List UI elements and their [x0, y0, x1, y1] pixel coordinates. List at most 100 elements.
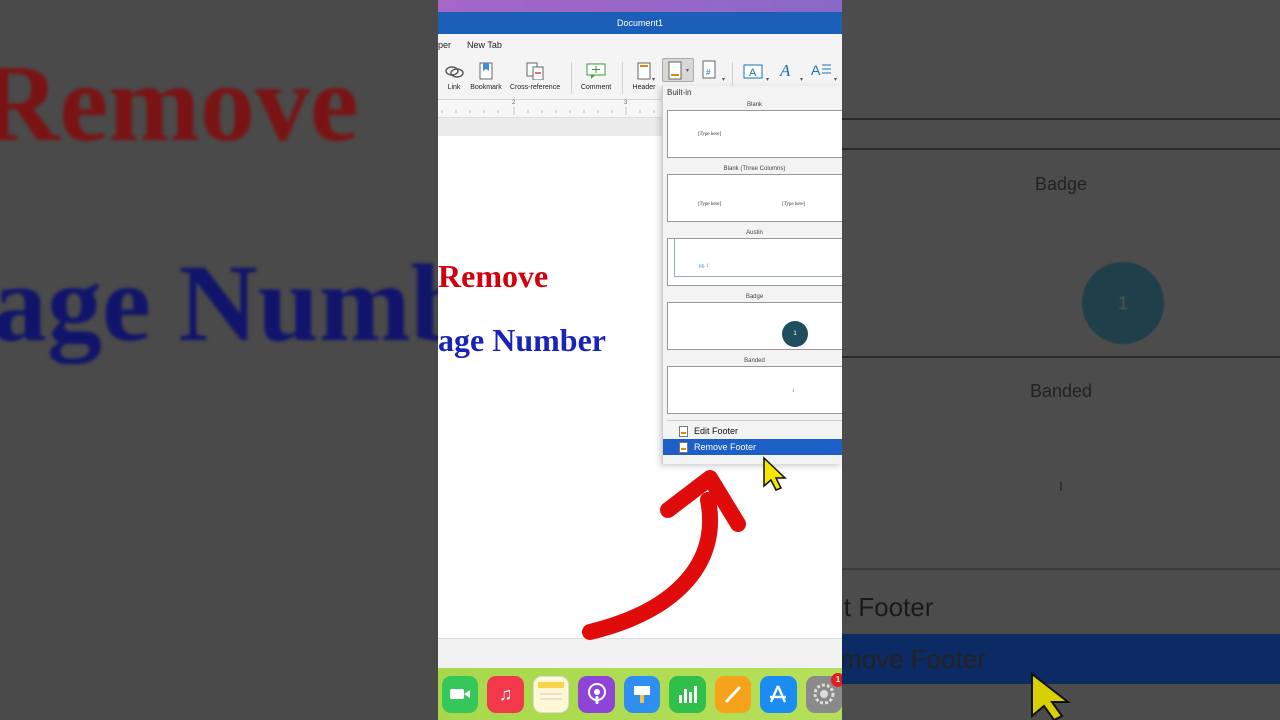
bookmark-icon	[479, 62, 493, 80]
ruler-ticks	[441, 107, 655, 115]
svg-text:A: A	[811, 62, 821, 78]
word-window: Document1 per New Tab Link Bookmark Cros…	[438, 0, 842, 720]
edit-footer-label: Edit Footer	[694, 426, 739, 436]
app-store-icon	[770, 685, 787, 703]
ruler-mark-2: 2	[512, 100, 516, 106]
page-number-chevron-down-icon[interactable]: ▾	[722, 76, 725, 83]
gallery-item-blank-three-columns[interactable]: [Type here] [Type here]	[667, 174, 842, 222]
dock-keynote-icon[interactable]	[623, 675, 661, 713]
link-label: Link	[447, 84, 461, 91]
link-button[interactable]: Link	[444, 62, 464, 91]
document-line-remove: Remove	[438, 258, 549, 294]
blurred-badge-icon: 1	[1082, 262, 1164, 344]
blurred-banded-mark: I	[1059, 478, 1063, 494]
dock-notes-icon[interactable]	[532, 675, 570, 713]
dock-facetime-icon[interactable]	[442, 675, 479, 713]
cross-reference-icon	[526, 62, 544, 80]
document-line-page-number: age Number	[438, 322, 606, 358]
dock-music-icon[interactable]: ♫	[487, 675, 524, 713]
badge-page-number: 1	[782, 321, 808, 347]
blurred-left-panel: Remove age Numb	[0, 0, 438, 720]
dock-podcasts-icon[interactable]	[578, 675, 615, 713]
tab-new-tab[interactable]: New Tab	[467, 40, 502, 50]
remove-footer-icon	[679, 441, 688, 453]
footer-button[interactable]: ▾	[662, 58, 694, 82]
austin-frame	[674, 239, 842, 277]
wordart-icon: A	[779, 61, 791, 80]
text-box-chevron-down-icon[interactable]: ▾	[766, 76, 769, 83]
header-button[interactable]: Header	[628, 62, 660, 91]
footer-dropdown-menu: Built-in Blank [Type here] Blank (Three …	[662, 86, 842, 464]
dock-pages-icon[interactable]	[714, 675, 752, 713]
bookmark-button[interactable]: Bookmark	[468, 62, 504, 91]
notes-lines-icon	[538, 682, 565, 700]
blurred-divider	[842, 356, 1280, 358]
ruler-mark-3: 3	[624, 100, 628, 106]
blurred-edit-footer: it Footer	[842, 592, 934, 622]
svg-text:A: A	[779, 61, 791, 80]
window-title: Document1	[438, 12, 842, 34]
gallery-item-austin[interactable]: pg. 1	[667, 238, 842, 286]
blurred-divider	[842, 148, 1280, 150]
ribbon-tabs: per New Tab	[438, 34, 842, 56]
document-page[interactable]: Remove age Number	[438, 136, 668, 636]
header-chevron-down-icon[interactable]: ▾	[652, 76, 655, 83]
gallery-placeholder: [Type here]	[782, 202, 806, 207]
dock-app-store-icon[interactable]	[760, 675, 797, 713]
header-label: Header	[632, 84, 656, 91]
gallery-placeholder: pg. 1	[699, 264, 709, 269]
comment-button[interactable]: Comment	[578, 62, 614, 91]
remove-footer-menu-item[interactable]: Remove Footer	[663, 439, 842, 455]
footer-icon	[668, 61, 682, 80]
settings-notification-badge: 1	[830, 672, 842, 687]
tab-paper[interactable]: per	[438, 40, 451, 50]
gear-icon	[813, 683, 835, 705]
blurred-remove-text: Remove	[0, 42, 359, 164]
gallery-item-banded[interactable]: 1	[667, 366, 842, 414]
text-box-button[interactable]: A	[742, 62, 764, 85]
gallery-title-badge: Badge	[745, 294, 764, 300]
edit-footer-menu-item[interactable]: Edit Footer	[663, 423, 842, 439]
gallery-item-badge[interactable]: 1	[667, 302, 842, 350]
video-camera-icon	[450, 689, 471, 699]
wordart-button[interactable]: A	[778, 60, 798, 85]
remove-footer-label: Remove Footer	[694, 442, 757, 452]
gallery-title-blank: Blank	[746, 102, 762, 108]
comment-label: Comment	[580, 84, 612, 91]
blurred-right-panel: Badge 1 Banded I it Footer move Footer	[842, 0, 1280, 720]
gallery-item-blank[interactable]: [Type here]	[667, 110, 842, 158]
ribbon-separator	[622, 62, 623, 94]
gallery-placeholder: 1	[792, 389, 795, 394]
blurred-remove-footer: move Footer	[842, 644, 986, 674]
bookmark-label: Bookmark	[470, 84, 502, 91]
drop-cap-icon: A	[811, 62, 831, 78]
podium-icon	[634, 686, 650, 703]
cross-reference-label: Cross-reference	[509, 84, 561, 91]
drop-cap-chevron-down-icon[interactable]: ▾	[834, 76, 837, 83]
svg-text:#: #	[706, 68, 711, 77]
macos-dock: ♫ 1	[438, 668, 842, 720]
dropdown-section-built-in: Built-in	[667, 88, 692, 97]
status-bar	[438, 638, 842, 668]
cross-reference-button[interactable]: Cross-reference	[506, 62, 564, 91]
wordart-chevron-down-icon[interactable]: ▾	[800, 76, 803, 83]
blurred-cursor-icon	[1031, 671, 1071, 720]
comment-icon	[586, 63, 606, 79]
link-icon	[445, 66, 464, 78]
podcast-icon	[587, 683, 606, 704]
footer-chevron-down-icon: ▾	[686, 68, 690, 74]
dock-numbers-icon[interactable]	[669, 675, 706, 713]
drop-cap-button[interactable]: A	[810, 60, 832, 85]
blurred-page-number-text: age Numb	[0, 242, 438, 364]
gallery-title-banded: Banded	[744, 358, 765, 364]
blurred-divider	[842, 568, 1280, 570]
gallery-title-austin: Austin	[746, 230, 763, 236]
edit-footer-icon	[679, 425, 688, 437]
blurred-divider	[842, 118, 1280, 120]
blurred-banded-label: Banded	[1029, 381, 1093, 401]
bar-chart-icon	[679, 686, 698, 703]
blurred-badge-label: Badge	[1034, 174, 1088, 194]
pen-icon	[724, 685, 741, 704]
dock-system-settings-icon[interactable]: 1	[805, 672, 842, 713]
page-number-button[interactable]: #	[700, 60, 720, 85]
